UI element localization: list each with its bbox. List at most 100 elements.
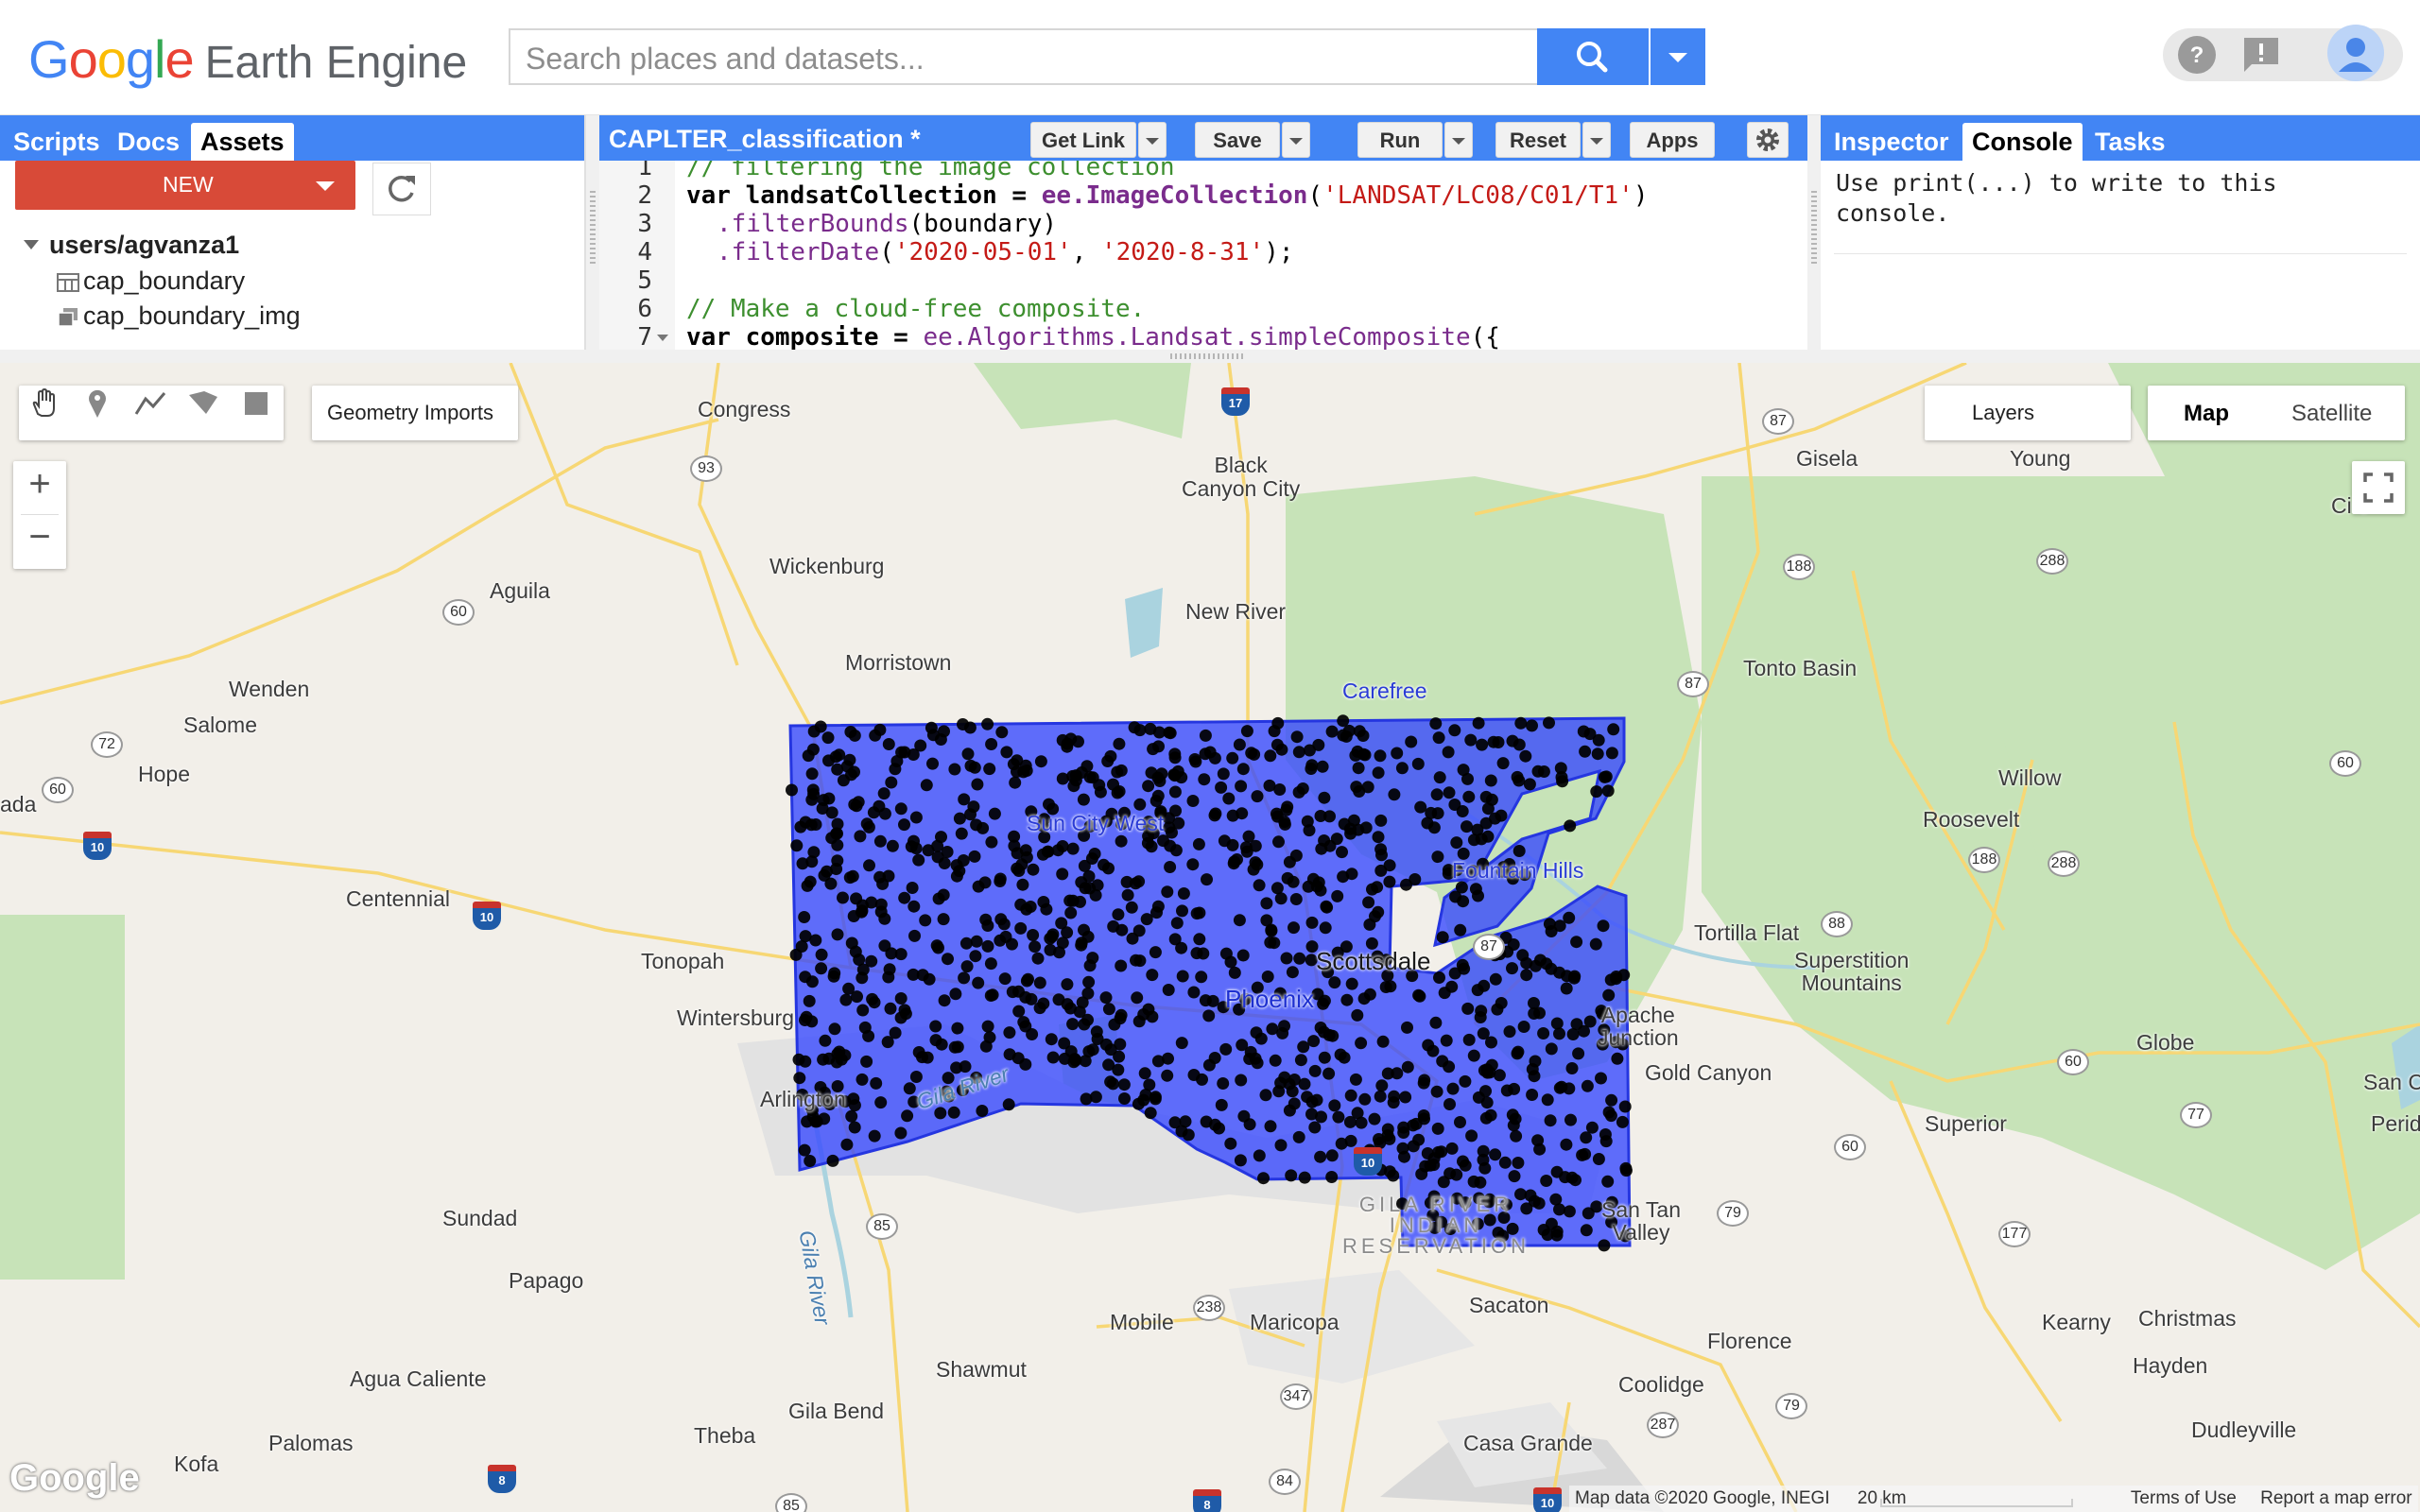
map-attribution: Map data ©2020 Google, INEGI 20 km Terms… — [1569, 1486, 2418, 1512]
account-avatar[interactable] — [2327, 25, 2384, 81]
new-asset-button[interactable]: NEW — [15, 161, 355, 210]
sample-point — [831, 838, 844, 851]
sample-point — [1107, 919, 1120, 933]
asset-root-folder[interactable]: users/agvanza1 — [49, 231, 239, 260]
sample-point — [1528, 1007, 1541, 1020]
asset-item-cap-boundary-img[interactable]: cap_boundary_img — [83, 301, 301, 331]
sample-point — [1405, 735, 1418, 748]
sample-point — [1485, 793, 1498, 806]
sample-point — [889, 1026, 902, 1040]
sample-point — [1363, 988, 1376, 1001]
code-line-3: .filterBounds(boundary) — [717, 210, 1057, 238]
run-button[interactable]: Run — [1357, 122, 1443, 158]
sample-point — [874, 905, 888, 919]
feedback-icon[interactable] — [2240, 34, 2282, 76]
reset-button[interactable]: Reset — [1495, 122, 1581, 158]
tree-expand-icon[interactable] — [23, 238, 40, 251]
sample-point — [957, 718, 969, 730]
sample-point — [981, 939, 994, 953]
sample-point — [1261, 971, 1274, 983]
marker-icon[interactable] — [79, 386, 115, 421]
tab-scripts[interactable]: Scripts — [4, 123, 110, 161]
fold-toggle-icon[interactable] — [656, 333, 669, 344]
sample-point — [848, 765, 860, 779]
map-type-map[interactable]: Map — [2184, 401, 2229, 427]
sample-point — [885, 776, 898, 789]
place-label: Carefree — [1342, 679, 1427, 703]
map-canvas[interactable]: Congress Black Canyon City Gisela Young … — [0, 363, 2420, 1512]
sample-point — [1028, 940, 1042, 954]
fullscreen-button[interactable] — [2352, 461, 2405, 514]
geometry-imports-button[interactable]: Geometry Imports — [312, 386, 518, 440]
refresh-button[interactable] — [372, 163, 431, 215]
map-type-satellite[interactable]: Satellite — [2291, 401, 2372, 427]
zoom-in-button[interactable]: + — [13, 463, 66, 516]
script-title[interactable]: CAPLTER_classification * — [609, 125, 921, 154]
sample-point — [1340, 993, 1354, 1006]
sample-point — [1315, 842, 1328, 855]
place-label: Kofa — [174, 1452, 219, 1476]
sample-point — [1496, 757, 1510, 770]
sample-point — [1459, 1159, 1472, 1172]
run-menu-button[interactable] — [1444, 122, 1473, 158]
route-shield: 287 — [1647, 1412, 1679, 1438]
sample-point — [914, 739, 927, 752]
sample-point — [1469, 883, 1482, 896]
sample-point — [1318, 1025, 1330, 1039]
sample-point — [1237, 1109, 1251, 1123]
save-button[interactable]: Save — [1195, 122, 1280, 158]
sample-point — [1325, 1149, 1339, 1162]
zoom-out-button[interactable]: − — [13, 516, 66, 569]
panel-splitter-left[interactable] — [586, 115, 599, 350]
sample-point — [1040, 902, 1053, 916]
sample-point — [1454, 923, 1467, 936]
sample-point — [937, 913, 950, 926]
settings-button[interactable] — [1747, 122, 1789, 158]
asset-item-cap-boundary[interactable]: cap_boundary — [83, 266, 245, 296]
tab-inspector[interactable]: Inspector — [1824, 123, 1959, 161]
sample-point — [1169, 844, 1183, 857]
polygon-tool-icon[interactable] — [185, 386, 221, 421]
panel-splitter-right[interactable] — [1807, 115, 1821, 350]
product-name: Earth Engine — [204, 38, 468, 88]
code-token: '2020-8-31' — [1101, 238, 1265, 266]
get-link-button[interactable]: Get Link — [1030, 122, 1136, 158]
search-button[interactable] — [1537, 28, 1649, 85]
layers-button[interactable]: Layers — [1925, 386, 2131, 440]
tab-console[interactable]: Console — [1962, 123, 2083, 161]
place-label: Scottsdale — [1316, 947, 1431, 975]
sample-point — [843, 871, 856, 885]
code-area[interactable]: 1 2 3 4 5 6 7 // filtering the image col… — [599, 161, 1807, 350]
sample-point — [1179, 1115, 1192, 1128]
map-splitter[interactable] — [0, 350, 2420, 363]
interstate-shield: 8 — [488, 1465, 516, 1493]
reset-menu-button[interactable] — [1582, 122, 1611, 158]
line-tool-icon[interactable] — [132, 386, 168, 421]
earth-engine-logo[interactable]: Google Earth Engine — [28, 28, 468, 89]
search-input[interactable]: Search places and datasets... — [509, 28, 1537, 85]
sample-point — [1401, 1060, 1414, 1074]
sample-point — [1592, 733, 1605, 747]
save-menu-button[interactable] — [1282, 122, 1310, 158]
sample-point — [1543, 716, 1555, 730]
tab-docs[interactable]: Docs — [108, 123, 189, 161]
sample-point — [1162, 984, 1175, 996]
pan-hand-icon[interactable] — [26, 386, 62, 421]
sample-point — [1264, 936, 1277, 949]
sample-point — [807, 787, 821, 800]
sample-point — [1418, 1074, 1431, 1087]
sample-point — [1397, 1121, 1410, 1134]
get-link-menu-button[interactable] — [1138, 122, 1167, 158]
sample-point — [1189, 755, 1202, 768]
sample-point — [1305, 916, 1319, 929]
sample-point — [809, 818, 822, 831]
terms-link[interactable]: Terms of Use — [2131, 1488, 2237, 1508]
tab-tasks[interactable]: Tasks — [2085, 123, 2175, 161]
tab-assets[interactable]: Assets — [191, 123, 294, 161]
report-error-link[interactable]: Report a map error — [2260, 1488, 2412, 1508]
rectangle-tool-icon[interactable] — [238, 386, 274, 421]
apps-button[interactable]: Apps — [1630, 122, 1715, 158]
search-options-button[interactable] — [1651, 28, 1705, 85]
sample-point — [799, 1014, 811, 1026]
help-icon[interactable]: ? — [2176, 34, 2218, 76]
